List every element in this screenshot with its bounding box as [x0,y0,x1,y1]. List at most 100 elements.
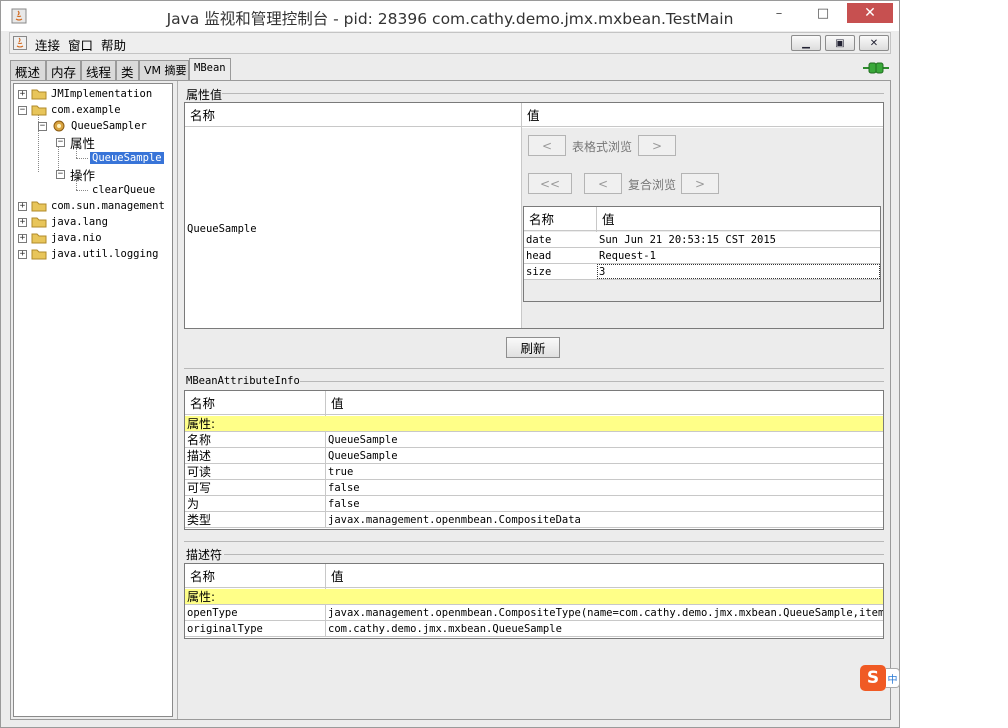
collapse-icon[interactable]: − [38,121,47,131]
minimize-button[interactable]: – [757,3,801,23]
table-row-highlight[interactable]: 属性: [185,416,883,432]
menu-help[interactable]: 帮助 [101,35,126,54]
java-menu-icon[interactable] [13,36,27,50]
sogou-ime-logo-icon[interactable]: S [860,665,886,691]
row-name: 属性: [187,417,216,431]
folder-icon [31,233,47,244]
tree-node-com-example[interactable]: − com.example [18,102,121,118]
tab-vm-summary[interactable]: VM 摘要 [139,60,189,80]
tab-classes[interactable]: 类 [116,60,139,80]
tab-memory[interactable]: 内存 [46,60,81,80]
inner-close-button[interactable]: ✕ [859,35,889,51]
mbean-content: + JMImplementation − com.example − Queue… [10,80,891,720]
section-divider [222,93,884,94]
tree-node-jmimplementation[interactable]: + JMImplementation [18,86,152,102]
table-row[interactable]: head Request-1 [524,248,880,264]
tabular-next-button[interactable]: > [638,135,676,156]
section-divider [224,554,884,555]
row-name: 描述 [187,449,212,463]
row-value: QueueSample [328,433,398,446]
tree-guide [76,190,88,191]
composite-first-button[interactable]: << [528,173,572,194]
attribute-info-table: 名称 值 属性: 名称 QueueSample 描述 QueueSample 可… [184,390,884,530]
column-header-name[interactable]: 名称 [185,391,325,415]
inner-column-header-name[interactable]: 名称 [524,207,596,231]
mbean-tree[interactable]: + JMImplementation − com.example − Queue… [13,83,173,717]
collapse-icon[interactable]: − [56,137,65,147]
table-row[interactable]: 名称 QueueSample [185,432,883,448]
menu-window[interactable]: 窗口 [68,35,93,54]
tree-node-attributes[interactable]: − 属性 [56,134,95,151]
collapse-icon[interactable]: − [56,169,65,179]
row-value: false [328,497,360,510]
tree-node-label: java.lang [51,216,108,228]
tree-node-clearqueue[interactable]: clearQueue [92,182,155,198]
menu-bar: 连接 窗口 帮助 ▁ ▣ ✕ [9,32,891,54]
column-header-value[interactable]: 值 [326,564,883,588]
tab-overview[interactable]: 概述 [10,60,46,80]
composite-prev-button[interactable]: < [584,173,622,194]
tab-threads[interactable]: 线程 [81,60,116,80]
table-row[interactable]: 可写 false [185,480,883,496]
expand-icon[interactable]: + [18,201,27,211]
row-name: 类型 [187,513,212,527]
ime-language-tab[interactable]: 中 [886,668,900,688]
composite-data-table: 名称 值 date Sun Jun 21 20:53:15 CST 2015 h… [523,206,881,302]
column-header-name[interactable]: 名称 [185,103,521,127]
table-row[interactable]: 描述 QueueSample [185,448,883,464]
row-value: false [328,481,360,494]
menu-connect[interactable]: 连接 [35,35,60,54]
collapse-icon[interactable]: − [18,105,27,115]
tree-node-queuesample[interactable]: QueueSample [90,150,164,166]
tree-node-java-lang[interactable]: + java.lang [18,214,108,230]
tree-node-label: JMImplementation [51,88,153,100]
descriptor-table: 名称 值 属性: openType javax.management.openm… [184,563,884,639]
column-header-name[interactable]: 名称 [185,564,325,588]
inner-restore-button[interactable]: ▣ [825,35,855,51]
expand-icon[interactable]: + [18,233,27,243]
row-value: true [328,465,354,478]
main-window: Java 监视和管理控制台 - pid: 28396 com.cathy.dem… [0,0,900,728]
row-name: 属性: [187,590,216,604]
tree-node-java-util-logging[interactable]: + java.util.logging [18,246,158,262]
expand-icon[interactable]: + [18,89,27,99]
close-button[interactable]: ✕ [847,3,893,23]
table-row[interactable]: originalType com.cathy.demo.jmx.mxbean.Q… [185,621,883,637]
tree-node-operations[interactable]: − 操作 [56,166,95,183]
table-row-highlight[interactable]: 属性: [185,589,883,605]
folder-icon [31,249,47,260]
row-value-focused: 3 [597,264,880,279]
tree-node-java-nio[interactable]: + java.nio [18,230,102,246]
row-name: head [526,249,552,262]
inner-minimize-button[interactable]: ▁ [791,35,821,51]
tabular-prev-button[interactable]: < [528,135,566,156]
tree-guide [76,158,88,159]
row-value: com.cathy.demo.jmx.mxbean.QueueSample [328,622,562,635]
table-row[interactable]: date Sun Jun 21 20:53:15 CST 2015 [524,232,880,248]
column-header-value[interactable]: 值 [522,103,883,127]
folder-icon [31,89,47,100]
expand-icon[interactable]: + [18,217,27,227]
attribute-name-cell[interactable]: QueueSample [187,223,257,235]
composite-viewer: < 表格式浏览 > << < 复合浏览 > 名称 值 date Sun Jun … [522,128,883,328]
column-header-value[interactable]: 值 [326,391,883,415]
table-row[interactable]: openType javax.management.openmbean.Comp… [185,605,883,621]
maximize-button[interactable]: □ [801,3,845,23]
table-row[interactable]: 类型 javax.management.openmbean.CompositeD… [185,512,883,528]
expand-icon[interactable]: + [18,249,27,259]
table-row[interactable]: 可读 true [185,464,883,480]
refresh-button[interactable]: 刷新 [506,337,560,358]
table-row[interactable]: 为 false [185,496,883,512]
tab-mbean[interactable]: MBean [189,58,231,81]
tree-node-com-sun-management[interactable]: + com.sun.management [18,198,165,214]
row-name: 为 [187,497,200,511]
inner-column-header-value[interactable]: 值 [597,207,880,231]
row-value [326,589,883,604]
folder-open-icon [31,105,47,116]
section-divider [184,368,884,369]
section-divider [300,381,884,382]
attribute-info-title: MBeanAttributeInfo [186,375,300,387]
table-row[interactable]: size 3 [524,264,880,280]
composite-next-button[interactable]: > [681,173,719,194]
tabular-browse-label: 表格式浏览 [572,140,633,154]
